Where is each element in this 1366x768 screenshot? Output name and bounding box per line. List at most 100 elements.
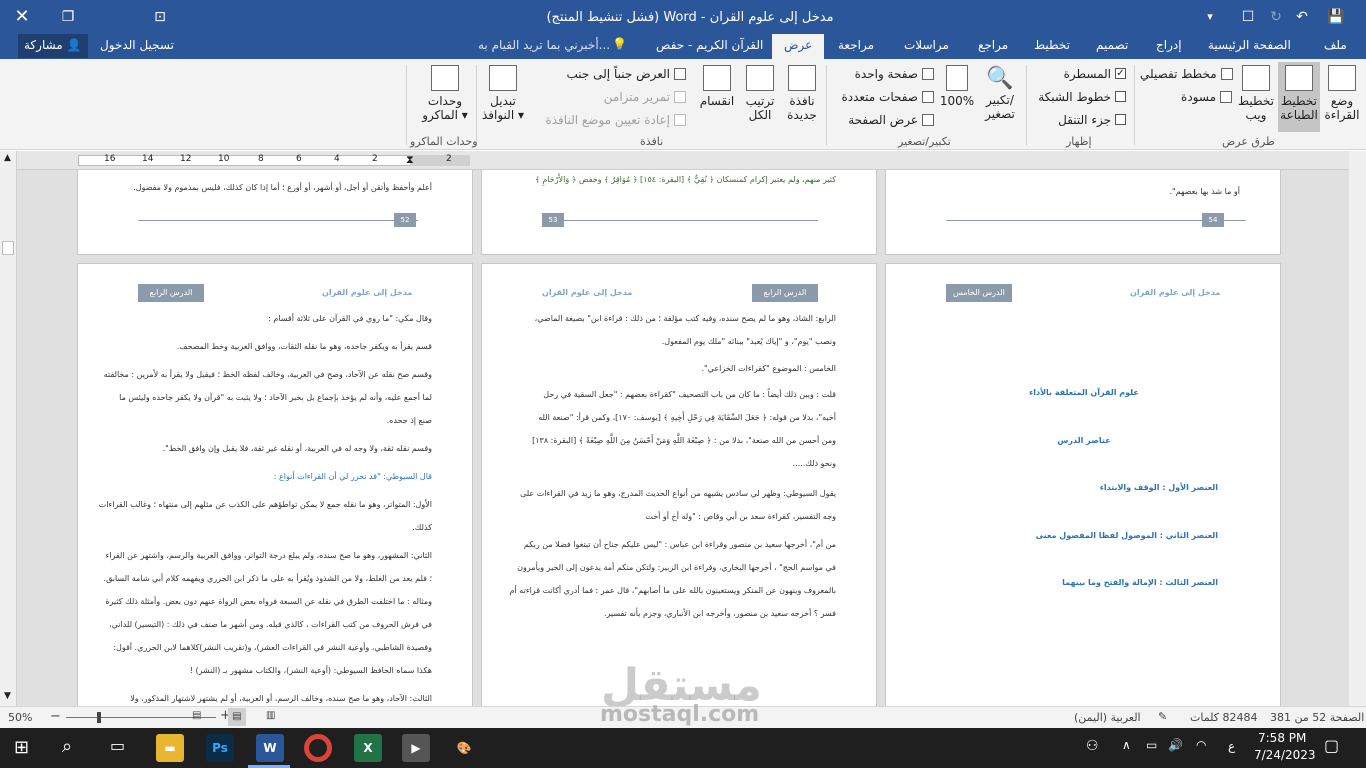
print-layout-label-2: الطباعة [1280, 108, 1318, 122]
chrome-icon[interactable] [304, 734, 332, 762]
gridlines-checkbox[interactable]: خطوط الشبكة [1030, 90, 1126, 104]
new-window-button[interactable]: نافذة جديدة [782, 65, 822, 122]
read-mode-label-1: وضع [1330, 94, 1354, 108]
tab-view[interactable]: عرض [772, 34, 825, 59]
tab-references[interactable]: مراجع [978, 38, 1008, 52]
zoom-out-icon[interactable]: − [50, 709, 61, 724]
page-53: كثير منهم، ولم يعتبر إكرام كمنسكان ﴿ نُق… [481, 170, 877, 255]
tab-quran[interactable]: القرآن الكريم - حفص [656, 38, 763, 52]
body-line: ونحو ذلك..... [792, 459, 836, 468]
body-line: قلت : ويبن ذلك أيضاً : ما كان من باب الت… [543, 390, 836, 399]
excel-icon[interactable]: X [354, 734, 382, 762]
zoom-100-button[interactable]: 100% [938, 65, 976, 108]
split-button[interactable]: انقسام [696, 65, 738, 108]
zoom-label-1: تكبير/ [986, 93, 1014, 107]
side-by-side-button[interactable]: العرض جنباً إلى جنب [530, 67, 686, 81]
reset-position-button[interactable]: إعادة تعيين موضع النافذة [530, 113, 686, 127]
customize-qat-icon[interactable]: ▾ [1200, 7, 1220, 27]
right-scrollbar[interactable] [1349, 151, 1366, 706]
people-icon[interactable]: ⚇ [1086, 738, 1099, 754]
draft-button[interactable]: مسودة [1140, 90, 1232, 104]
one-page-button[interactable]: صفحة واحدة [830, 67, 934, 81]
draft-label: مسودة [1181, 90, 1216, 104]
one-page-icon [922, 67, 934, 80]
save-icon[interactable]: 💾 [1326, 7, 1346, 27]
zoom-button[interactable]: 🔍 تكبير/ تصغير [980, 65, 1020, 121]
page-lesson-5: الدرس الخامس مدخل إلى علوم القران علوم ا… [885, 263, 1281, 706]
clock-time[interactable]: 7:58 PM [1258, 731, 1306, 745]
tell-me-input[interactable]: أخبرني بما تريد القيام به... [478, 38, 610, 52]
redo-icon[interactable]: ↻ [1266, 7, 1286, 27]
tab-home[interactable]: الصفحة الرئيسية [1208, 38, 1291, 52]
ribbon-display-options-icon[interactable]: ⊡ [150, 7, 170, 27]
tab-insert[interactable]: إدراج [1156, 38, 1182, 52]
word-count[interactable]: 82484 كلمات [1190, 711, 1257, 724]
language-indicator[interactable]: العربية (اليمن) [1074, 711, 1141, 724]
show-hidden-icons[interactable]: ∧ [1122, 738, 1131, 752]
read-mode-button[interactable]: وضع القراءة [1322, 65, 1362, 122]
tab-mailings[interactable]: مراسلات [904, 38, 949, 52]
file-explorer-icon[interactable]: ▬ [156, 734, 184, 762]
volume-icon[interactable]: 🔊 [1168, 738, 1183, 752]
magnifier-icon: 🔍 [986, 66, 1014, 91]
page-indicator[interactable]: الصفحة 52 من 381 [1270, 711, 1364, 724]
close-icon[interactable]: ✕ [12, 7, 32, 27]
restore-icon[interactable]: ❐ [58, 7, 78, 27]
print-layout-view-icon[interactable]: ▤ [228, 708, 246, 726]
video-editor-icon[interactable]: ▶ [402, 734, 430, 762]
touch-mode-icon[interactable]: ☐ [1238, 7, 1258, 27]
read-mode-view-icon[interactable]: ▥ [266, 710, 275, 721]
scroll-down-icon[interactable]: ▼ [4, 691, 11, 701]
horizontal-ruler[interactable]: 2 2 4 6 8 10 12 14 16 ⧗ ⌙ [0, 151, 1366, 170]
battery-icon[interactable]: ▭ [1146, 738, 1157, 752]
sync-scroll-button[interactable]: تمرير متزامن [530, 90, 686, 104]
notifications-icon[interactable]: ▢ [1324, 736, 1339, 755]
body-line: الخامس : الموضوع "كقراءات الخزاعي". [701, 364, 836, 373]
multi-page-button[interactable]: صفحات متعددة [830, 90, 934, 104]
word-icon[interactable]: W [256, 734, 284, 762]
tab-design[interactable]: تصميم [1096, 38, 1128, 52]
macros-button[interactable]: وحدات الماكرو ▾ [420, 65, 470, 122]
clock-date[interactable]: 7/24/2023 [1254, 748, 1316, 762]
print-layout-button[interactable]: تخطيط الطباعة [1278, 62, 1320, 132]
body-line: أخيه"، بدلا من قوله: ﴿ جَعَلَ السِّقَايَ… [538, 413, 836, 422]
body-line: وقصيدة الشاطبي، وأوعية النشر في القراءات… [113, 643, 432, 652]
web-layout-view-icon[interactable]: ▤ [192, 710, 201, 721]
start-windows-icon[interactable]: ⊞ [14, 737, 29, 758]
search-icon[interactable]: ⌕ [62, 736, 72, 757]
scroll-up-icon[interactable]: ▲ [4, 153, 11, 163]
web-layout-button[interactable]: تخطيط ويب [1236, 65, 1276, 122]
task-view-icon[interactable]: ▭ [110, 736, 125, 755]
indent-marker-icon[interactable]: ⧗ [406, 153, 414, 167]
outline-button[interactable]: مخطط تفصيلي [1140, 67, 1233, 81]
document-area[interactable]: أو ما شذ بها بعضهم". 54 كثير منهم، ولم ي… [17, 170, 1349, 706]
zoom-slider-thumb[interactable] [97, 712, 102, 723]
person-icon: 👤 [66, 38, 82, 52]
ruler-checkbox[interactable]: المسطرة ✓ [1030, 67, 1126, 81]
page-number: 52 [394, 213, 416, 227]
body-line: فسر ؟ أخرجه سعيد بن منصور، وأخرجه ابن ال… [603, 609, 836, 618]
photoshop-icon[interactable]: Ps [206, 734, 234, 762]
body-line: في مواسم الحج" ، أخرجها البخاري، وقراءة … [517, 563, 836, 572]
proofing-icon[interactable]: ✎ [1158, 710, 1167, 723]
taskbar: ⊞ ⌕ ▭ ▬ Ps W X ▶ 🎨 ⚇ ∧ ▭ 🔊 ◠ ع 7:58 PM 7… [0, 702, 1366, 768]
arrange-all-label-1: ترتيب [745, 94, 775, 108]
sign-in-link[interactable]: تسجيل الدخول [100, 38, 174, 52]
switch-windows-button[interactable]: تبديل النوافذ ▾ [480, 65, 526, 122]
network-icon[interactable]: ◠ [1196, 738, 1206, 752]
tab-file[interactable]: ملف [1324, 38, 1347, 52]
zoom-percent[interactable]: 50% [8, 711, 32, 724]
undo-icon[interactable]: ↶ [1292, 7, 1312, 27]
tab-layout[interactable]: تخطيط [1034, 38, 1070, 52]
arrange-all-button[interactable]: ترتيب الكل [740, 65, 780, 122]
reset-position-icon [674, 113, 686, 126]
nav-pane-checkbox[interactable]: جزء التنقل [1030, 113, 1126, 127]
paint-icon[interactable]: 🎨 [450, 734, 478, 762]
page-width-button[interactable]: عرض الصفحة [830, 113, 934, 127]
input-language[interactable]: ع [1228, 739, 1235, 753]
tab-review[interactable]: مراجعة [838, 38, 874, 52]
body-line: الثالث: الآحاد، وهو ما صح سنده، وخالف ال… [130, 694, 432, 703]
body-line: قال السيوطي: "قد تحرر لي أن القراءات أنو… [273, 472, 432, 481]
page-width-icon [922, 113, 934, 126]
share-button[interactable]: مشاركة 👤 [18, 34, 88, 58]
